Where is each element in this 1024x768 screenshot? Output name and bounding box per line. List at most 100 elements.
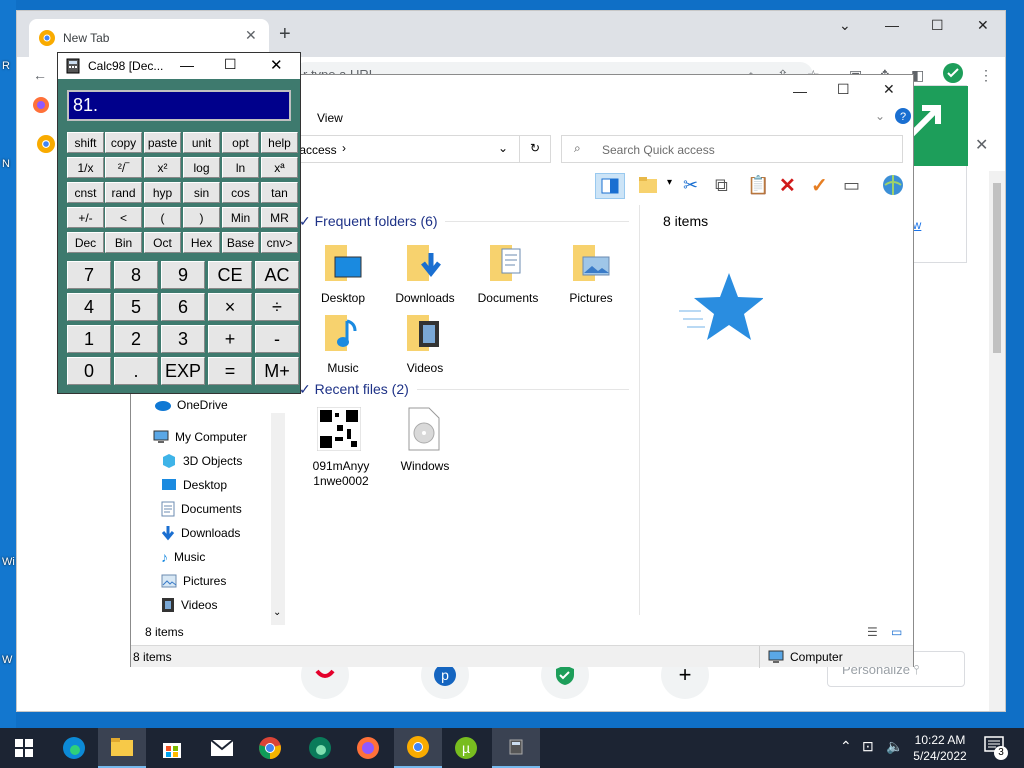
close-button[interactable]: ✕ [270, 56, 283, 74]
chrome-canary-icon[interactable] [37, 135, 55, 153]
properties-icon[interactable]: ▭ [843, 175, 860, 196]
taskbar-calc98[interactable] [492, 728, 540, 768]
calc-key[interactable]: ) [183, 207, 220, 228]
new-tab-button[interactable]: + [279, 23, 291, 46]
calc-number-key[interactable]: = [208, 357, 252, 385]
calc-key[interactable]: cos [222, 182, 259, 203]
checkmark-icon[interactable]: ✓ [811, 173, 828, 198]
calc-key[interactable]: cnst [67, 182, 104, 203]
calc-number-key[interactable]: . [114, 357, 158, 385]
notification-center-button[interactable]: 3 [984, 736, 1008, 760]
help-icon[interactable]: ? [895, 108, 911, 124]
calc-number-key[interactable]: EXP [161, 357, 205, 385]
tab-search-icon[interactable]: ⌄ [839, 17, 851, 34]
details-view-icon[interactable]: ☰ [867, 625, 878, 639]
calc-number-key[interactable]: 0 [67, 357, 111, 385]
address-dropdown-icon[interactable]: ⌄ [498, 141, 508, 155]
scroll-thumb[interactable] [993, 183, 1001, 353]
calc-key[interactable]: help [261, 132, 298, 153]
calc-key[interactable]: Dec [67, 232, 104, 253]
taskbar-file-explorer[interactable] [98, 728, 146, 768]
show-hidden-icons-icon[interactable]: ⌃ [840, 738, 852, 755]
firefox-bookmark-icon[interactable] [33, 97, 49, 113]
dropdown-chevron-icon[interactable]: ▾ [667, 177, 672, 188]
calc-key[interactable]: xª [261, 157, 298, 178]
new-folder-icon[interactable] [637, 175, 659, 195]
nav-item-pictures[interactable]: Pictures [161, 571, 226, 591]
taskbar-chrome-canary[interactable] [394, 728, 442, 768]
calc-key[interactable]: hyp [144, 182, 181, 203]
large-icons-view-icon[interactable]: ▭ [891, 625, 902, 639]
folder-tile-desktop[interactable]: Desktop [303, 239, 383, 305]
calc-key[interactable]: log [183, 157, 220, 178]
calc-number-key[interactable]: M+ [255, 357, 299, 385]
nav-item-downloads[interactable]: Downloads [161, 523, 240, 543]
calc-key[interactable]: < [105, 207, 142, 228]
calc-number-key[interactable]: AC [255, 261, 299, 289]
calc-key[interactable]: Base [222, 232, 259, 253]
calc-key[interactable]: ln [222, 157, 259, 178]
paste-icon[interactable]: 📋 [747, 175, 769, 196]
calc-key[interactable]: +/- [67, 207, 104, 228]
system-clock[interactable]: 10:22 AM 5/24/2022 [908, 732, 972, 764]
folder-tile-videos[interactable]: Videos [385, 309, 465, 375]
calc-key[interactable]: Min [222, 207, 259, 228]
calc-key[interactable]: copy [105, 132, 142, 153]
breadcrumb-chevron-icon[interactable]: › [342, 141, 346, 155]
nav-item-my-computer[interactable]: My Computer [153, 427, 247, 447]
taskbar-utorrent[interactable]: µ [442, 728, 490, 768]
page-scrollbar[interactable] [989, 171, 1005, 711]
calc-number-key[interactable]: 7 [67, 261, 111, 289]
back-icon[interactable]: ← [33, 67, 47, 83]
calc-number-key[interactable]: + [208, 325, 252, 353]
close-button[interactable]: ✕ [977, 17, 989, 34]
desktop-icon-label-fragment[interactable]: R [2, 60, 10, 72]
calc-key[interactable]: unit [183, 132, 220, 153]
calc-number-key[interactable]: ÷ [255, 293, 299, 321]
calc-key[interactable]: 1/x [67, 157, 104, 178]
maximize-button[interactable]: ☐ [837, 81, 850, 98]
folder-tile-music[interactable]: Music [303, 309, 383, 375]
nav-scrollbar[interactable]: ⌄ [271, 413, 285, 625]
calc-number-key[interactable]: 8 [114, 261, 158, 289]
calc-key[interactable]: MR [261, 207, 298, 228]
taskbar-edge[interactable] [50, 728, 98, 768]
close-tab-icon[interactable]: ✕ [245, 27, 257, 44]
copy-icon[interactable]: ⧉ [715, 175, 728, 196]
scroll-down-icon[interactable]: ⌄ [273, 607, 281, 618]
maximize-button[interactable]: ☐ [224, 56, 237, 73]
calc-key[interactable]: tan [261, 182, 298, 203]
calc-key[interactable]: Oct [144, 232, 181, 253]
nav-item-desktop[interactable]: Desktop [161, 475, 227, 495]
calc-key[interactable]: sin [183, 182, 220, 203]
start-button[interactable] [0, 728, 48, 768]
dismiss-banner-icon[interactable]: ✕ [975, 135, 988, 155]
calc-number-key[interactable]: 1 [67, 325, 111, 353]
recent-files-header[interactable]: ✓ Recent files (2) [299, 381, 409, 398]
nav-item-music[interactable]: ♪ Music [161, 547, 205, 567]
nav-item-3d-objects[interactable]: 3D Objects [161, 451, 242, 471]
more-menu-icon[interactable]: ⋮ [979, 67, 993, 84]
delete-icon[interactable]: ✕ [779, 173, 796, 198]
calc-key[interactable]: Hex [183, 232, 220, 253]
close-button[interactable]: ✕ [883, 81, 895, 98]
desktop-icon-label-fragment[interactable]: W [2, 654, 12, 666]
ribbon-collapse-icon[interactable]: ⌄ [875, 109, 885, 123]
calc-number-key[interactable]: 5 [114, 293, 158, 321]
calc-key[interactable]: Bin [105, 232, 142, 253]
network-icon[interactable]: ⊡ [862, 738, 874, 755]
calc-number-key[interactable]: 9 [161, 261, 205, 289]
search-input[interactable]: ⌕ Search Quick access [561, 135, 903, 163]
frequent-folders-header[interactable]: ✓ Frequent folders (6) [299, 213, 438, 230]
folder-tile-pictures[interactable]: Pictures [551, 239, 631, 305]
calc-number-key[interactable]: 6 [161, 293, 205, 321]
minimize-button[interactable]: — [885, 17, 899, 33]
maximize-button[interactable]: ☐ [931, 17, 944, 34]
nav-item-onedrive[interactable]: OneDrive [153, 395, 228, 415]
calc-key[interactable]: cnv> [261, 232, 298, 253]
taskbar-edge-dev[interactable] [296, 728, 344, 768]
nav-item-videos[interactable]: Videos [161, 595, 217, 615]
taskbar-mail[interactable] [198, 728, 246, 768]
recent-file-tile[interactable]: 091mAnyy 1nwe0002 [301, 407, 381, 489]
calc-key[interactable]: ²/‾ [105, 157, 142, 178]
